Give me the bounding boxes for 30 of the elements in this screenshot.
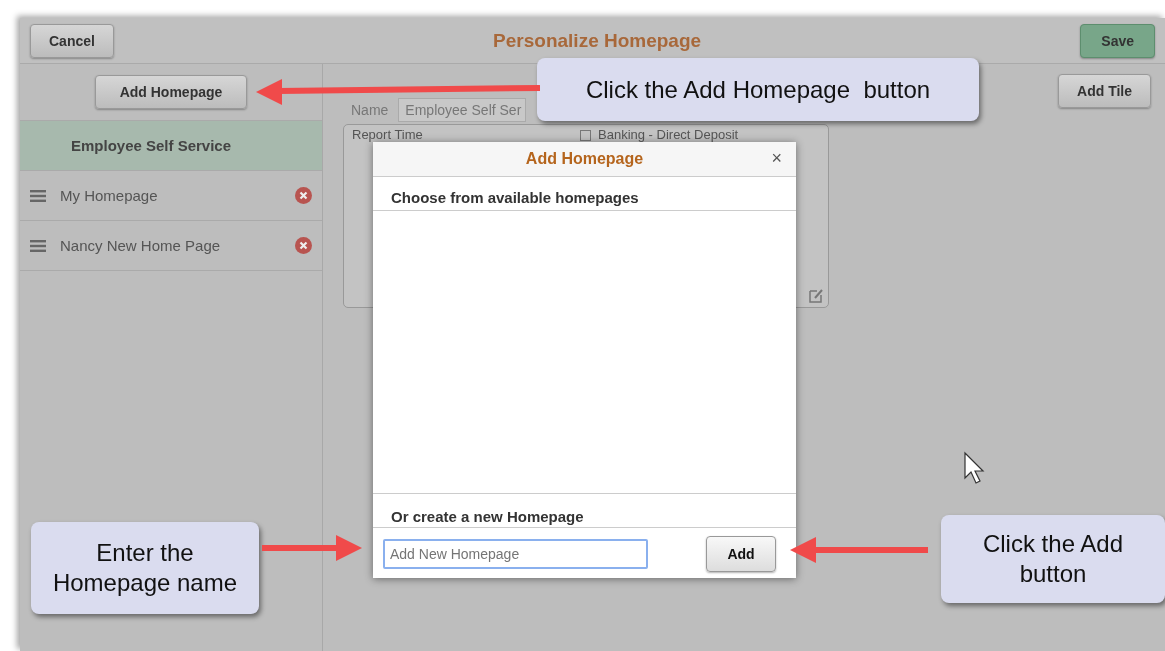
homepage-list-item[interactable]: My Homepage xyxy=(20,171,322,221)
homepage-name-input[interactable]: Add New Homepage xyxy=(383,539,648,569)
page-title: Personalize Homepage xyxy=(492,29,703,52)
tile-title: Report Time xyxy=(352,127,423,142)
drag-handle-icon[interactable] xyxy=(30,189,46,202)
callout-note: Enter the Homepage name xyxy=(31,522,259,614)
section-heading: Choose from available homepages xyxy=(373,177,796,211)
section-heading: Or create a new Homepage xyxy=(373,494,796,528)
save-button[interactable]: Save xyxy=(1080,23,1155,58)
homepage-name: My Homepage xyxy=(60,187,159,204)
checkbox[interactable] xyxy=(580,130,591,141)
drag-handle-icon[interactable] xyxy=(30,239,46,252)
callout-note: Click the Add button xyxy=(941,515,1165,603)
close-button[interactable]: × xyxy=(771,148,782,169)
delete-icon[interactable] xyxy=(295,187,312,204)
add-homepage-button[interactable]: Add Homepage xyxy=(95,75,247,109)
delete-icon[interactable] xyxy=(295,237,312,254)
cancel-button[interactable]: Cancel xyxy=(30,23,114,58)
callout-note: Click the Add Homepage button xyxy=(537,58,979,121)
homepage-name: Employee Self Service xyxy=(70,137,232,154)
add-button[interactable]: Add xyxy=(706,536,776,572)
dialog-title: Add Homepage xyxy=(525,150,644,168)
name-label: Name xyxy=(351,102,389,118)
add-tile-button[interactable]: Add Tile xyxy=(1058,74,1151,108)
tile-title: Banking - Direct Deposit xyxy=(598,127,739,142)
homepage-list-item[interactable]: Employee Self Service xyxy=(20,121,322,171)
homepage-list-item[interactable]: Nancy New Home Page xyxy=(20,221,322,271)
mouse-pointer-icon xyxy=(964,451,985,484)
edit-icon[interactable] xyxy=(809,288,824,303)
homepage-name: Nancy New Home Page xyxy=(60,237,222,254)
